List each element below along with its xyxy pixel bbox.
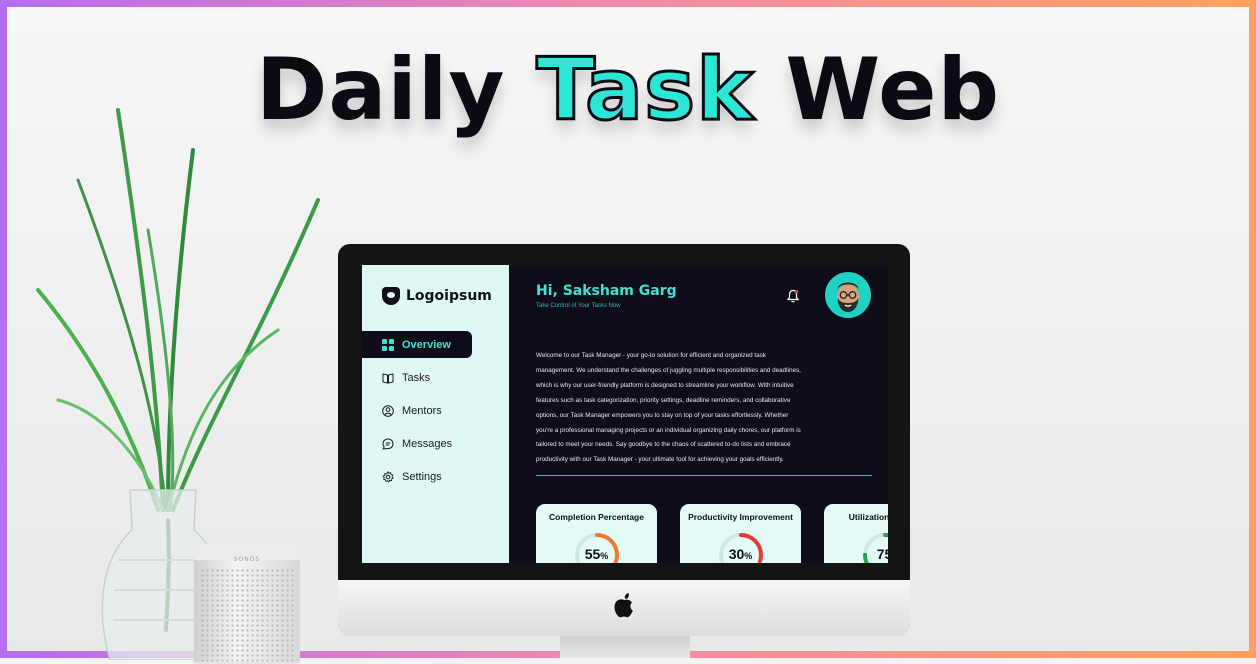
greeting-block: Hi, Saksham Garg Take Control of Your Ta…: [536, 283, 677, 309]
avatar[interactable]: [825, 272, 871, 318]
intro-line: productivity with our Task Manager - you…: [536, 456, 784, 464]
intro-line: tailored to meet your needs. Say goodbye…: [536, 441, 791, 449]
message-icon: [382, 437, 394, 449]
sidebar-item-label: Messages: [402, 437, 453, 450]
memoji-avatar-icon: [837, 282, 859, 312]
sidebar-item-label: Settings: [402, 470, 442, 483]
stat-card-utilization[interactable]: Utilization App Fe 75: [824, 504, 888, 563]
stat-card-title: Productivity Improvement: [688, 512, 793, 522]
stat-value: 55%: [584, 546, 609, 562]
hero-title-word-3: Web: [785, 40, 1001, 140]
sidebar-item-messages[interactable]: Messages: [362, 430, 509, 457]
intro-line: you're a professional managing projects …: [536, 426, 801, 434]
user-circle-icon: [382, 404, 394, 417]
app-logo[interactable]: Logoipsum: [382, 287, 492, 305]
stat-value: 30%: [728, 546, 753, 562]
intro-paragraph: Welcome to our Task Manager - your go-to…: [536, 349, 868, 468]
notification-bell-icon[interactable]: [787, 289, 799, 303]
gear-icon: [382, 470, 394, 483]
speaker: SONOS: [194, 544, 300, 664]
sidebar-item-tasks[interactable]: Tasks: [362, 364, 509, 391]
intro-line: Welcome to our Task Manager - your go-to…: [536, 352, 766, 359]
hero-title-accent-word: Task: [535, 39, 755, 142]
apple-logo-icon: [614, 593, 633, 618]
book-icon: [382, 372, 394, 384]
logo-shield-icon: [382, 287, 400, 305]
sidebar-item-label: Overview: [402, 338, 451, 351]
stat-card-title: Completion Percentage: [549, 512, 644, 522]
plant-in-vase-illustration: [36, 108, 320, 660]
intro-line: options, our Task Manager empowers you t…: [536, 411, 789, 419]
stat-card-title: Utilization App Fe: [848, 512, 888, 522]
stat-card-completion[interactable]: Completion Percentage 55%: [536, 504, 657, 563]
divider: [536, 475, 872, 476]
stat-card-productivity[interactable]: Productivity Improvement 30%: [680, 504, 801, 563]
grid-icon: [382, 338, 394, 351]
speaker-brand: SONOS: [233, 556, 261, 563]
sidebar-item-mentors[interactable]: Mentors: [362, 397, 509, 424]
imac-stand: [560, 636, 690, 658]
sidebar-nav: Overview Tasks Mentors Messages Settings: [362, 331, 509, 496]
intro-line: which is why our user-friendly platform …: [536, 381, 794, 389]
sidebar-item-overview[interactable]: Overview: [362, 331, 472, 358]
intro-line: management. We understand the challenges…: [536, 366, 801, 374]
logo-text: Logoipsum: [406, 288, 492, 304]
intro-line: features such as task categorization, pr…: [536, 396, 791, 404]
sidebar-item-settings[interactable]: Settings: [362, 463, 509, 490]
stat-value: 75: [876, 546, 888, 562]
sidebar-item-label: Tasks: [402, 371, 431, 384]
greeting-subtitle: Take Control of Your Tasks Now: [536, 303, 621, 309]
sidebar-item-label: Mentors: [402, 404, 442, 417]
app-screen: Logoipsum Overview Tasks Mentors Message…: [362, 265, 888, 563]
sidebar: Logoipsum Overview Tasks Mentors Message…: [362, 265, 509, 563]
greeting-title: Hi, Saksham Garg: [536, 283, 677, 299]
